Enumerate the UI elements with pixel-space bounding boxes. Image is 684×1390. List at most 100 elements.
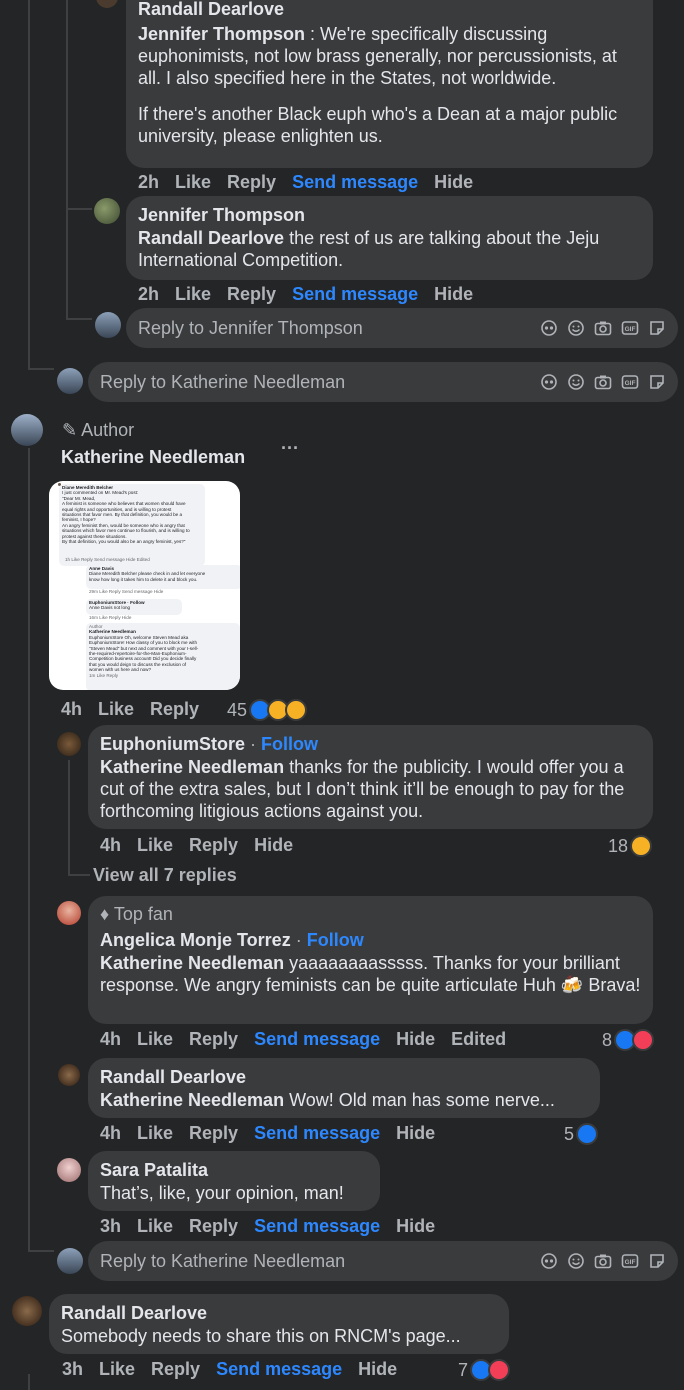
haha-reaction-icon	[630, 835, 653, 857]
reply-button[interactable]: Reply	[189, 1216, 238, 1237]
like-button[interactable]: Like	[99, 1359, 135, 1380]
send-message-button[interactable]: Send message	[254, 1029, 380, 1050]
reply-button[interactable]: Reply	[189, 1029, 238, 1050]
sticker-icon[interactable]	[648, 1252, 666, 1270]
reaction-summary[interactable]: 18	[608, 835, 653, 857]
thread-line	[28, 1250, 54, 1252]
sticker-icon[interactable]	[648, 319, 666, 337]
gif-icon[interactable]: GIF	[621, 373, 639, 391]
reply-button[interactable]: Reply	[151, 1359, 200, 1380]
like-button[interactable]: Like	[137, 835, 173, 856]
comment-author[interactable]: Jennifer Thompson	[138, 204, 641, 227]
my-avatar	[57, 368, 83, 394]
mention-link[interactable]: Katherine Needleman	[100, 953, 284, 973]
top-fan-badge: ♦ Top fan	[100, 904, 641, 925]
sticker-icon[interactable]	[648, 373, 666, 391]
reply-placeholder: Reply to Katherine Needleman	[100, 371, 346, 392]
timestamp[interactable]: 2h	[138, 172, 159, 193]
send-message-button[interactable]: Send message	[254, 1123, 380, 1144]
like-button[interactable]: Like	[175, 172, 211, 193]
mention-link[interactable]: Jennifer Thompson	[138, 24, 305, 44]
reply-input[interactable]: Reply to Katherine Needleman GIF	[88, 362, 678, 402]
avatar[interactable]	[94, 198, 120, 224]
reply-button[interactable]: Reply	[227, 284, 276, 305]
comment-author[interactable]: Randall Dearlove	[138, 0, 641, 21]
comment-bubble: EuphoniumStore · Follow Katherine Needle…	[88, 725, 653, 829]
timestamp[interactable]: 3h	[62, 1359, 83, 1380]
emoji-icon[interactable]	[567, 1252, 585, 1270]
avatar[interactable]	[57, 1158, 81, 1182]
comment-author[interactable]: EuphoniumStore	[100, 734, 245, 754]
send-message-button[interactable]: Send message	[292, 284, 418, 305]
follow-button[interactable]: Follow	[307, 930, 364, 950]
comment-author[interactable]: Randall Dearlove	[61, 1302, 497, 1325]
shot-line: 1h Like Reply Send message Hide Edited	[65, 557, 150, 562]
reply-button[interactable]: Reply	[189, 1123, 238, 1144]
comment-author[interactable]: Sara Patalita	[100, 1159, 368, 1182]
comment-actions: 4h Like Reply Send message Hide Edited	[100, 1029, 522, 1050]
reply-button[interactable]: Reply	[227, 172, 276, 193]
send-message-button[interactable]: Send message	[254, 1216, 380, 1237]
reaction-summary[interactable]: 45	[227, 699, 308, 721]
more-options-button[interactable]: ···	[281, 438, 299, 459]
reaction-summary[interactable]: 7	[458, 1359, 511, 1381]
shot-line: By that definition, you would also be an…	[62, 539, 186, 545]
timestamp[interactable]: 3h	[100, 1216, 121, 1237]
mention-link[interactable]: Randall Dearlove	[138, 228, 284, 248]
like-button[interactable]: Like	[98, 699, 134, 720]
gif-icon[interactable]: GIF	[621, 319, 639, 337]
comment-author[interactable]: Randall Dearlove	[100, 1066, 588, 1089]
comment-actions: 4h Like Reply	[61, 699, 215, 720]
timestamp[interactable]: 2h	[138, 284, 159, 305]
view-replies-link[interactable]: View all 7 replies	[93, 865, 237, 886]
reply-button[interactable]: Reply	[189, 835, 238, 856]
reply-input[interactable]: Reply to Jennifer Thompson GIF	[126, 308, 678, 348]
timestamp[interactable]: 4h	[100, 835, 121, 856]
hide-button[interactable]: Hide	[396, 1123, 435, 1144]
reply-button[interactable]: Reply	[150, 699, 199, 720]
camera-icon[interactable]	[594, 373, 612, 391]
avatar[interactable]	[58, 1064, 80, 1086]
reply-input[interactable]: Reply to Katherine Needleman GIF	[88, 1241, 678, 1281]
hide-button[interactable]: Hide	[254, 835, 293, 856]
like-button[interactable]: Like	[137, 1123, 173, 1144]
comment-author[interactable]: Angelica Monje Torrez	[100, 930, 291, 950]
hide-button[interactable]: Hide	[396, 1216, 435, 1237]
camera-icon[interactable]	[594, 1252, 612, 1270]
comment-text: Katherine Needleman yaaaaaaaasssss. Than…	[100, 952, 641, 996]
timestamp[interactable]: 4h	[100, 1029, 121, 1050]
timestamp[interactable]: 4h	[100, 1123, 121, 1144]
hide-button[interactable]: Hide	[434, 284, 473, 305]
gif-icon[interactable]: GIF	[621, 1252, 639, 1270]
camera-icon[interactable]	[594, 319, 612, 337]
avatar[interactable]	[57, 901, 81, 925]
love-reaction-icon	[488, 1359, 511, 1381]
hide-button[interactable]: Hide	[396, 1029, 435, 1050]
reaction-summary[interactable]: 5	[564, 1123, 599, 1145]
mention-link[interactable]: Katherine Needleman	[100, 1090, 284, 1110]
avatar[interactable]	[12, 1296, 42, 1326]
emoji-icon[interactable]	[567, 319, 585, 337]
comment-bubble: Jennifer Thompson Randall Dearlove the r…	[126, 196, 653, 280]
avatar[interactable]	[57, 732, 81, 756]
comment-text: That’s, like, your opinion, man!	[100, 1183, 344, 1203]
timestamp[interactable]: 4h	[61, 699, 82, 720]
comment-author[interactable]: Katherine Needleman	[61, 446, 245, 469]
like-button[interactable]: Like	[175, 284, 211, 305]
avatar-sticker-icon[interactable]	[540, 319, 558, 337]
avatar-sticker-icon[interactable]	[540, 1252, 558, 1270]
avatar[interactable]	[96, 0, 118, 8]
follow-button[interactable]: Follow	[261, 734, 318, 754]
send-message-button[interactable]: Send message	[292, 172, 418, 193]
hide-button[interactable]: Hide	[434, 172, 473, 193]
avatar[interactable]	[11, 414, 43, 446]
mention-link[interactable]: Katherine Needleman	[100, 757, 284, 777]
reaction-summary[interactable]: 8	[602, 1029, 655, 1051]
avatar-sticker-icon[interactable]	[540, 373, 558, 391]
hide-button[interactable]: Hide	[358, 1359, 397, 1380]
send-message-button[interactable]: Send message	[216, 1359, 342, 1380]
like-button[interactable]: Like	[137, 1216, 173, 1237]
like-button[interactable]: Like	[137, 1029, 173, 1050]
attached-image[interactable]: Diane Meredith Belcher I just commented …	[49, 481, 240, 690]
emoji-icon[interactable]	[567, 373, 585, 391]
